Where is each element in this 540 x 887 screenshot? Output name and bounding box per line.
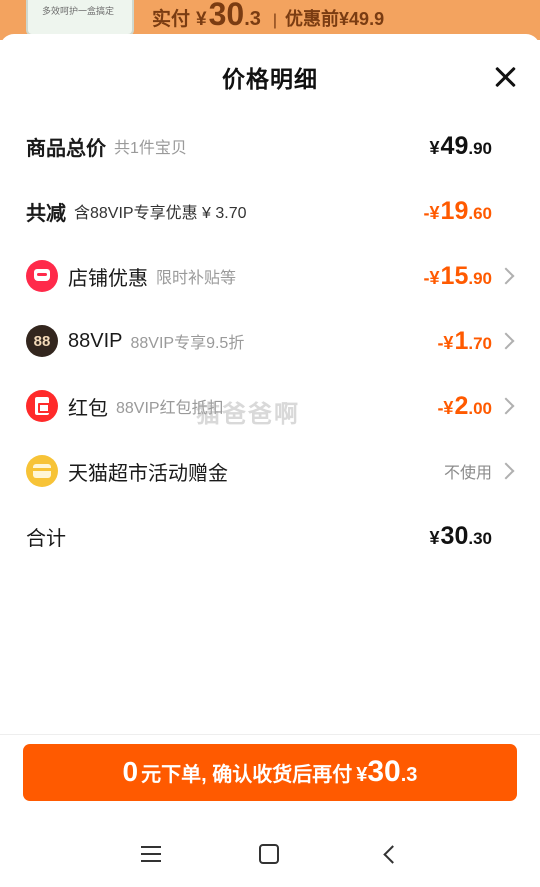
cta-text: 元下单, 确认收货后再付 [141,764,353,786]
vip-note: 88VIP专享9.5折 [130,335,245,352]
price-decimal: .60 [468,203,492,223]
red-envelope-icon [26,390,58,422]
vip-discount-amount: -¥ 1 .70 [437,327,492,356]
currency: -¥ [437,332,454,353]
goods-total-label: 商品总价 [26,137,106,160]
price-integer: 15 [440,261,469,290]
price-detail-sheet: 价格明细 商品总价 共1件宝贝 ¥ 49 .90 共减 含88VIP专享优惠 ¥… [0,34,540,887]
chevron-right-icon[interactable] [494,266,518,286]
row-red-envelope[interactable]: 红包 88VIP红包抵扣 -¥ 2 .00 [26,384,518,428]
paid-label: 实付 [152,9,191,30]
paid-decimal: .3 [244,8,261,30]
tmall-bonus-status: 不使用 [443,465,492,482]
grand-total-price: ¥ 30 .30 [430,522,492,551]
currency: ¥ [429,137,440,158]
place-order-button[interactable]: 0 元下单, 确认收货后再付 ¥ 30 .3 [23,744,517,801]
background-price: 实付 ¥ 30 .3 | 优惠前¥49.9 [152,0,384,36]
price-integer: 19 [440,196,469,225]
row-goods-total: 商品总价 共1件宝贝 ¥ 49 .90 [26,124,518,168]
cta-zero: 0 [122,756,139,787]
currency: ¥ [429,527,440,548]
vip-label: 88VIP [68,329,123,352]
price-decimal: .70 [468,333,492,353]
shop-discount-label: 店铺优惠 [68,267,148,290]
system-nav-bar [0,814,540,887]
goods-total-price: ¥ 49 .90 [430,132,492,161]
wallet-icon [26,455,58,487]
chevron-right-icon[interactable] [494,396,518,416]
thumbnail-text: 多效呵护一盒搞定 [42,6,115,16]
red-envelope-note: 88VIP红包抵扣 [116,400,224,417]
price-integer: 30 [440,521,469,550]
divider [0,734,540,735]
red-envelope-label: 红包 [68,397,108,420]
paid-integer: 30 [208,0,245,32]
price-integer: 2 [454,391,469,420]
shop-discount-amount: -¥ 15 .90 [424,262,492,291]
cta-decimal: .3 [400,764,418,786]
row-tmall-bonus[interactable]: 天猫超市活动赠金 不使用 [26,449,518,493]
price-before-discount: 优惠前¥49.9 [285,9,385,29]
currency: -¥ [423,202,440,223]
sheet-title: 价格明细 [222,66,318,92]
vip-badge-icon: 88 [26,325,58,357]
menu-icon[interactable] [141,846,161,862]
row-shop-discount[interactable]: 店铺优惠 限时补贴等 -¥ 15 .90 [26,254,518,298]
price-separator: | [272,12,278,29]
paid-currency: ¥ [196,9,207,30]
red-envelope-amount: -¥ 2 .00 [437,392,492,421]
cta-currency: ¥ [356,764,368,786]
row-88vip[interactable]: 88 88VIP 88VIP专享9.5折 -¥ 1 .70 [26,319,518,363]
total-discount-amount: -¥ 19 .60 [424,197,492,226]
shop-discount-note: 限时补贴等 [156,270,237,287]
close-icon[interactable] [492,64,518,90]
tmall-bonus-label: 天猫超市活动赠金 [68,462,228,485]
price-integer: 49 [440,131,469,160]
price-decimal: .90 [468,138,492,158]
chevron-right-icon[interactable] [494,461,518,481]
price-decimal: .00 [468,398,492,418]
home-icon[interactable] [259,844,279,864]
chevron-right-icon[interactable] [494,331,518,351]
total-discount-note: 含88VIP专享优惠 ¥ 3.70 [74,205,247,222]
price-decimal: .90 [468,268,492,288]
currency: -¥ [437,397,454,418]
row-total-discount: 共减 含88VIP专享优惠 ¥ 3.70 -¥ 19 .60 [26,189,518,233]
cta-integer: 30 [367,755,401,788]
back-icon[interactable] [381,846,397,862]
product-thumbnail: 多效呵护一盒搞定 [26,0,134,36]
goods-count: 共1件宝贝 [114,140,187,157]
row-grand-total: 合计 ¥ 30 .30 [26,514,518,558]
currency: -¥ [423,267,440,288]
grand-total-label: 合计 [26,527,66,550]
total-discount-label: 共减 [26,202,66,225]
price-integer: 1 [454,326,469,355]
shop-icon [26,260,58,292]
price-decimal: .30 [468,528,492,548]
